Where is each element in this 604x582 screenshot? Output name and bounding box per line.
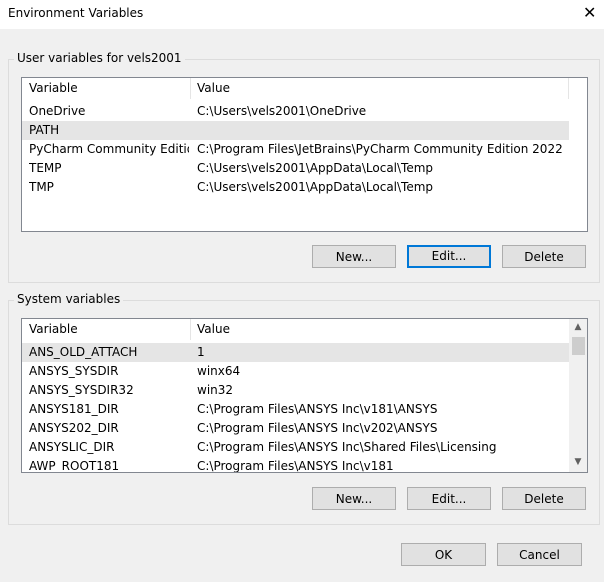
- variable-name: PATH: [29, 123, 60, 137]
- column-separator[interactable]: [190, 319, 191, 340]
- variable-value: win32: [197, 383, 234, 397]
- variable-name: ANS_OLD_ATTACH: [29, 345, 138, 359]
- variable-value: C:\Program Files\ANSYS Inc\v181\ANSYS: [197, 402, 438, 416]
- list-item[interactable]: ANSYS181_DIR C:\Program Files\ANSYS Inc\v…: [22, 400, 569, 419]
- list-item[interactable]: AWP_ROOT181 C:\Program Files\ANSYS Inc\v1…: [22, 457, 569, 473]
- variable-value: C:\Users\vels2001\OneDrive: [197, 104, 367, 118]
- ok-button[interactable]: OK: [401, 543, 486, 566]
- system-variables-label: System variables: [14, 292, 124, 306]
- system-variables-list[interactable]: Variable Value ANS_OLD_ATTACH 1 ANSYS_SYSD…: [21, 318, 588, 473]
- variable-name: ANSYS_SYSDIR: [29, 364, 119, 378]
- variable-value: C:\Program Files\ANSYS Inc\Shared Files\…: [197, 440, 497, 454]
- system-list-header: Variable Value: [22, 319, 587, 340]
- variable-name: OneDrive: [29, 104, 86, 118]
- scrollbar-thumb[interactable]: [572, 337, 585, 355]
- variable-value: C:\Program Files\ANSYS Inc\v181: [197, 459, 394, 473]
- variable-name: TMP: [29, 180, 54, 194]
- variable-name: PyCharm Community Edition: [29, 142, 189, 156]
- variable-name: TEMP: [29, 161, 62, 175]
- variable-name: ANSYS202_DIR: [29, 421, 119, 435]
- close-icon[interactable]: ✕: [583, 3, 596, 22]
- variable-name: ANSYS181_DIR: [29, 402, 119, 416]
- list-item[interactable]: PyCharm Community Edition C:\Program File…: [22, 140, 569, 159]
- user-list-header: Variable Value: [22, 78, 587, 99]
- variable-value: C:\Users\vels2001\AppData\Local\Temp: [197, 161, 434, 175]
- variable-value: C:\Program Files\ANSYS Inc\v202\ANSYS: [197, 421, 438, 435]
- list-item[interactable]: ANSYSLIC_DIR C:\Program Files\ANSYS Inc\S…: [22, 438, 569, 457]
- title-bar: Environment Variables ✕: [0, 0, 604, 29]
- list-item[interactable]: ANS_OLD_ATTACH 1: [22, 343, 569, 362]
- column-header-value[interactable]: Value: [197, 319, 230, 340]
- variable-name: ANSYSLIC_DIR: [29, 440, 115, 454]
- list-item[interactable]: ANSYS_SYSDIR32 win32: [22, 381, 569, 400]
- variable-value: C:\Users\vels2001\AppData\Local\Temp: [197, 180, 434, 194]
- column-header-value[interactable]: Value: [197, 78, 230, 99]
- variable-value: C:\Program Files\JetBrains\PyCharm Commu…: [197, 142, 564, 156]
- user-edit-button[interactable]: Edit...: [407, 245, 491, 268]
- user-new-button[interactable]: New...: [312, 245, 396, 268]
- window-title: Environment Variables: [8, 6, 144, 20]
- list-item[interactable]: OneDrive C:\Users\vels2001\OneDrive: [22, 102, 569, 121]
- variable-name: ANSYS_SYSDIR32: [29, 383, 134, 397]
- system-delete-button[interactable]: Delete: [502, 487, 586, 510]
- system-new-button[interactable]: New...: [312, 487, 396, 510]
- user-variables-list[interactable]: Variable Value OneDrive C:\Users\vels2001…: [21, 77, 588, 232]
- list-item[interactable]: TEMP C:\Users\vels2001\AppData\Local\Temp: [22, 159, 569, 178]
- scroll-down-icon[interactable]: ▼: [570, 454, 586, 471]
- scroll-up-icon[interactable]: ▲: [570, 319, 586, 336]
- list-item[interactable]: ANSYS202_DIR C:\Program Files\ANSYS Inc\v…: [22, 419, 569, 438]
- column-separator[interactable]: [568, 78, 569, 99]
- variable-name: AWP_ROOT181: [29, 459, 120, 473]
- column-header-variable[interactable]: Variable: [29, 78, 78, 99]
- cancel-button[interactable]: Cancel: [497, 543, 582, 566]
- system-list-scrollbar[interactable]: ▲ ▼: [569, 319, 587, 472]
- column-separator[interactable]: [190, 78, 191, 99]
- list-item[interactable]: PATH: [22, 121, 569, 140]
- system-edit-button[interactable]: Edit...: [407, 487, 491, 510]
- user-variables-label: User variables for vels2001: [14, 51, 185, 65]
- list-item[interactable]: ANSYS_SYSDIR winx64: [22, 362, 569, 381]
- user-delete-button[interactable]: Delete: [502, 245, 586, 268]
- list-item[interactable]: TMP C:\Users\vels2001\AppData\Local\Temp: [22, 178, 569, 197]
- variable-value: 1: [197, 345, 205, 359]
- column-header-variable[interactable]: Variable: [29, 319, 78, 340]
- variable-value: winx64: [197, 364, 241, 378]
